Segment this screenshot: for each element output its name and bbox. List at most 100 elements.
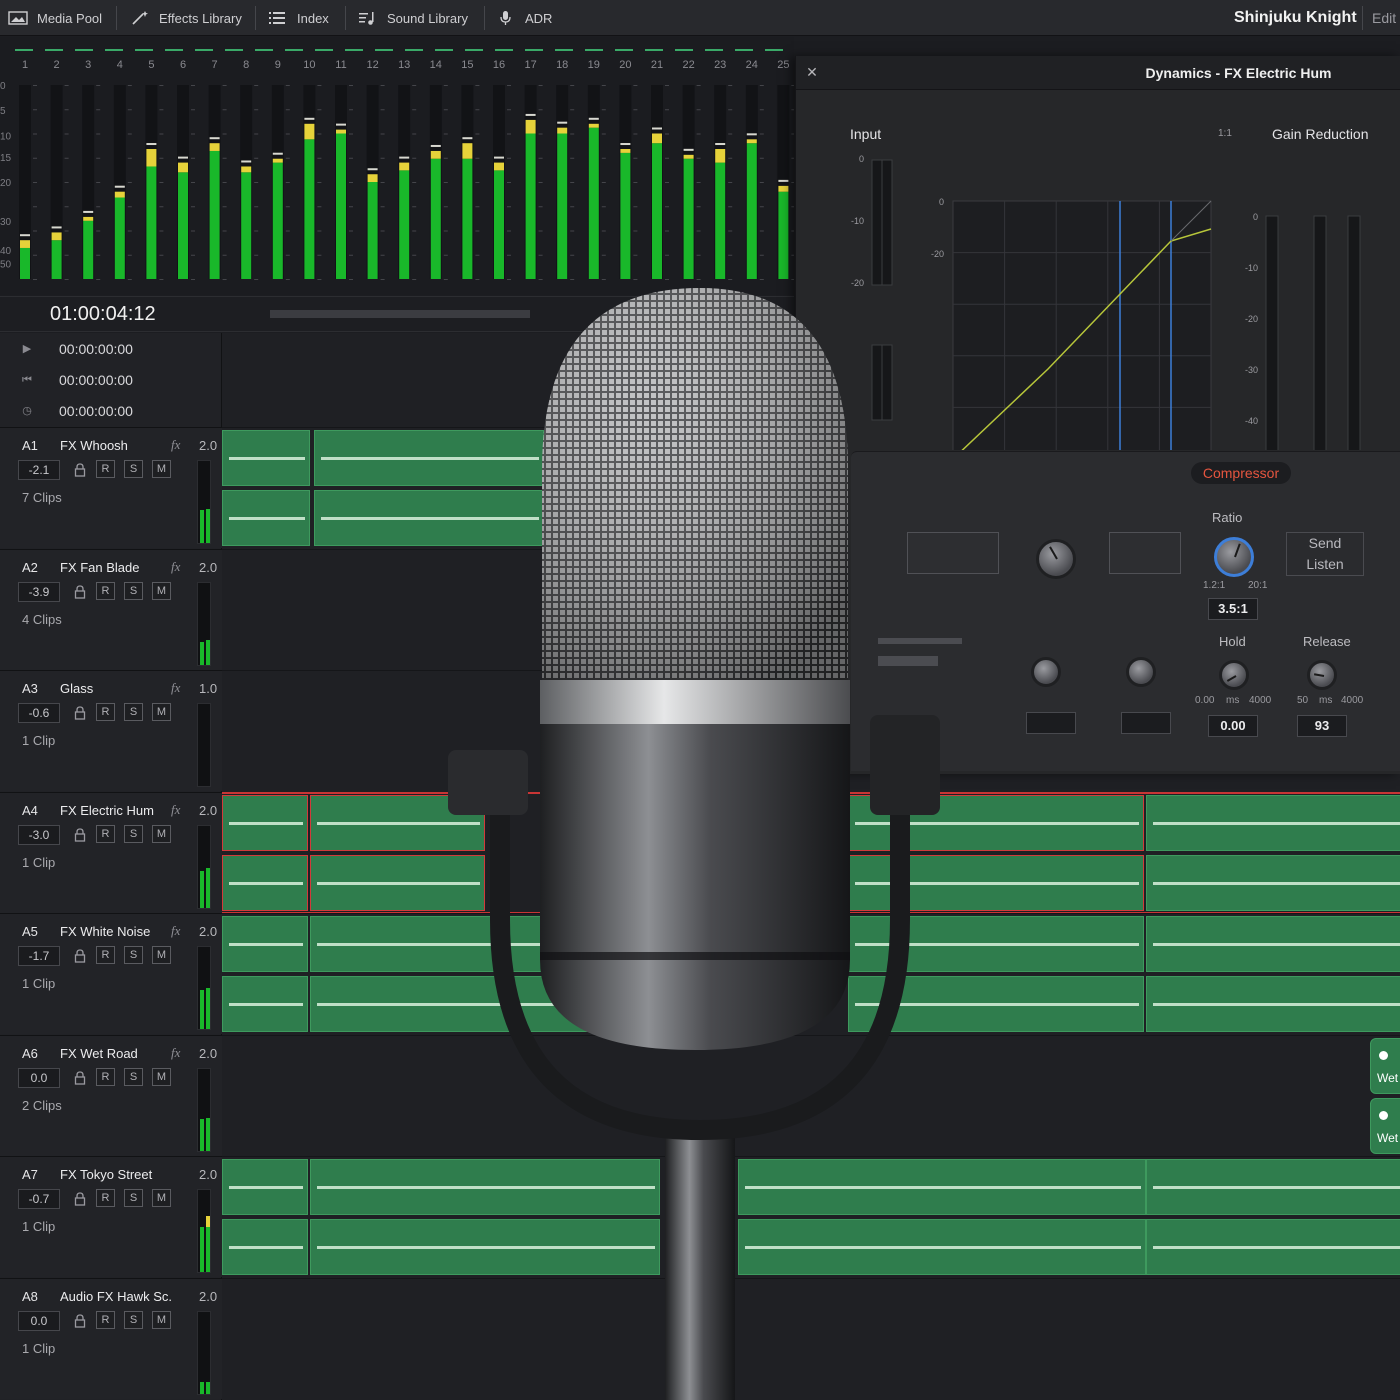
track-name[interactable]: FX Whoosh xyxy=(60,438,172,453)
track-volume-field[interactable]: -3.9 xyxy=(18,581,60,602)
track-volume-field[interactable]: 0.0 xyxy=(18,1067,60,1088)
lock-icon[interactable] xyxy=(74,1070,86,1085)
audio-clip[interactable] xyxy=(222,794,308,851)
release-knob[interactable] xyxy=(1307,660,1337,690)
fx-icon[interactable]: fx xyxy=(171,680,180,696)
track-m-button[interactable]: M xyxy=(152,703,171,721)
ratio-knob[interactable] xyxy=(1214,537,1254,577)
track-name[interactable]: FX Electric Hum xyxy=(60,803,172,818)
track-s-button[interactable]: S xyxy=(124,1189,143,1207)
track-name[interactable]: Audio FX Hawk Sc... xyxy=(60,1289,172,1304)
track-header[interactable]: A3 Glass fx 1.0 -0.6 R S M 1 Clip xyxy=(0,670,222,791)
audio-clip[interactable] xyxy=(1146,794,1400,851)
audio-clip[interactable] xyxy=(222,430,310,486)
audio-clip[interactable] xyxy=(222,976,308,1032)
track-r-button[interactable]: R xyxy=(96,1189,115,1207)
threshold-knob[interactable] xyxy=(1036,539,1076,579)
track-m-button[interactable]: M xyxy=(152,824,171,843)
adr-button[interactable]: ADR xyxy=(496,0,552,36)
track-r-button[interactable]: R xyxy=(96,1310,115,1329)
fx-icon[interactable]: fx xyxy=(171,437,180,453)
track-s-button[interactable]: S xyxy=(124,1310,143,1329)
track-r-button[interactable]: R xyxy=(96,1067,115,1086)
track-s-button[interactable]: S xyxy=(124,824,143,843)
play-in-icon[interactable]: ▶ xyxy=(20,342,34,356)
lock-icon[interactable] xyxy=(74,1313,86,1328)
track-name[interactable]: Glass xyxy=(60,681,172,696)
audio-clip[interactable] xyxy=(1146,916,1400,972)
track-header[interactable]: A8 Audio FX Hawk Sc... 2.0 0.0 R S M 1 Clip xyxy=(0,1277,222,1399)
track-m-button[interactable]: M xyxy=(152,1310,171,1329)
track-s-button[interactable]: S xyxy=(124,1067,143,1086)
track-header[interactable]: A1 FX Whoosh fx 2.0 -2.1 R S M 7 Clips xyxy=(0,427,222,548)
clock-icon[interactable]: ◷ xyxy=(20,404,34,418)
hold-knob[interactable] xyxy=(1219,660,1249,690)
track-s-button[interactable]: S xyxy=(124,460,143,478)
compressor-tab[interactable]: Compressor xyxy=(1191,462,1291,484)
track-r-button[interactable]: R xyxy=(96,460,115,478)
track-s-button[interactable]: S xyxy=(124,946,143,964)
knee-value[interactable] xyxy=(1121,712,1171,734)
lock-icon[interactable] xyxy=(74,949,86,963)
track-r-button[interactable]: R xyxy=(96,946,115,964)
audio-clip[interactable] xyxy=(222,854,308,911)
audio-clip[interactable] xyxy=(222,490,310,546)
track-name[interactable]: FX Tokyo Street xyxy=(60,1167,172,1182)
lock-icon[interactable] xyxy=(74,827,86,842)
track-volume-field[interactable]: 0.0 xyxy=(18,1310,60,1331)
audio-clip[interactable] xyxy=(222,1219,308,1275)
fx-icon[interactable]: fx xyxy=(171,923,180,939)
release-value[interactable]: 93 xyxy=(1297,715,1347,737)
track-name[interactable]: FX White Noise xyxy=(60,924,172,939)
track-volume-field[interactable]: -1.7 xyxy=(18,946,60,966)
lock-icon[interactable] xyxy=(74,1192,86,1206)
attack-value[interactable] xyxy=(1026,712,1076,734)
attack-knob[interactable] xyxy=(1031,657,1061,687)
track-m-button[interactable]: M xyxy=(152,1189,171,1207)
edit-page-button[interactable]: Edit xyxy=(1372,0,1396,36)
wet-road-clip[interactable]: Wet xyxy=(1370,1037,1400,1094)
index-button[interactable]: Index xyxy=(268,0,329,36)
track-volume-field[interactable]: -0.6 xyxy=(18,703,60,723)
range-control[interactable] xyxy=(1109,532,1181,574)
track-name[interactable]: FX Wet Road xyxy=(60,1046,172,1061)
track-s-button[interactable]: S xyxy=(124,581,143,600)
lock-icon[interactable] xyxy=(74,584,86,599)
wet-road-clip[interactable]: Wet xyxy=(1370,1097,1400,1154)
track-header[interactable]: A4 FX Electric Hum fx 2.0 -3.0 R S M 1 Clip xyxy=(0,791,222,913)
track-r-button[interactable]: R xyxy=(96,824,115,843)
audio-clip[interactable] xyxy=(1146,854,1400,911)
track-m-button[interactable]: M xyxy=(152,581,171,600)
track-header[interactable]: A6 FX Wet Road fx 2.0 0.0 R S M 2 Clips xyxy=(0,1034,222,1156)
track-r-button[interactable]: R xyxy=(96,581,115,600)
track-name[interactable]: FX Fan Blade xyxy=(60,560,172,575)
send-button[interactable]: Send xyxy=(1287,533,1363,554)
keyframe-dot[interactable] xyxy=(1379,1050,1388,1060)
skip-back-icon[interactable]: ⏮ xyxy=(20,373,34,387)
track-m-button[interactable]: M xyxy=(152,460,171,478)
track-volume-field[interactable]: -0.7 xyxy=(18,1189,60,1209)
track-m-button[interactable]: M xyxy=(152,946,171,964)
fx-icon[interactable]: fx xyxy=(171,559,180,575)
track-r-button[interactable]: R xyxy=(96,703,115,721)
track-header[interactable]: A2 FX Fan Blade fx 2.0 -3.9 R S M 4 Clips xyxy=(0,548,222,670)
track-volume-field[interactable]: -2.1 xyxy=(18,460,60,480)
audio-clip[interactable] xyxy=(1146,1159,1400,1215)
knee-knob[interactable] xyxy=(1126,657,1156,687)
track-header[interactable]: A5 FX White Noise fx 2.0 -1.7 R S M 1 Clip xyxy=(0,913,222,1034)
lock-icon[interactable] xyxy=(74,706,86,720)
track-s-button[interactable]: S xyxy=(124,703,143,721)
ratio-value[interactable]: 3.5:1 xyxy=(1208,598,1258,620)
audio-clip[interactable] xyxy=(222,916,308,972)
track-m-button[interactable]: M xyxy=(152,1067,171,1086)
lock-icon[interactable] xyxy=(74,463,86,477)
track-volume-field[interactable]: -3.0 xyxy=(18,824,60,845)
effects-library-button[interactable]: Effects Library xyxy=(130,0,242,36)
audio-clip[interactable] xyxy=(1146,1219,1400,1275)
sound-library-button[interactable]: Sound Library xyxy=(358,0,468,36)
media-pool-button[interactable]: Media Pool xyxy=(8,0,102,36)
track-header[interactable]: A7 FX Tokyo Street 2.0 -0.7 R S M 1 Clip xyxy=(0,1156,222,1277)
listen-button[interactable]: Listen xyxy=(1287,554,1363,575)
keyframe-dot[interactable] xyxy=(1379,1110,1388,1120)
audio-clip[interactable] xyxy=(1146,976,1400,1032)
